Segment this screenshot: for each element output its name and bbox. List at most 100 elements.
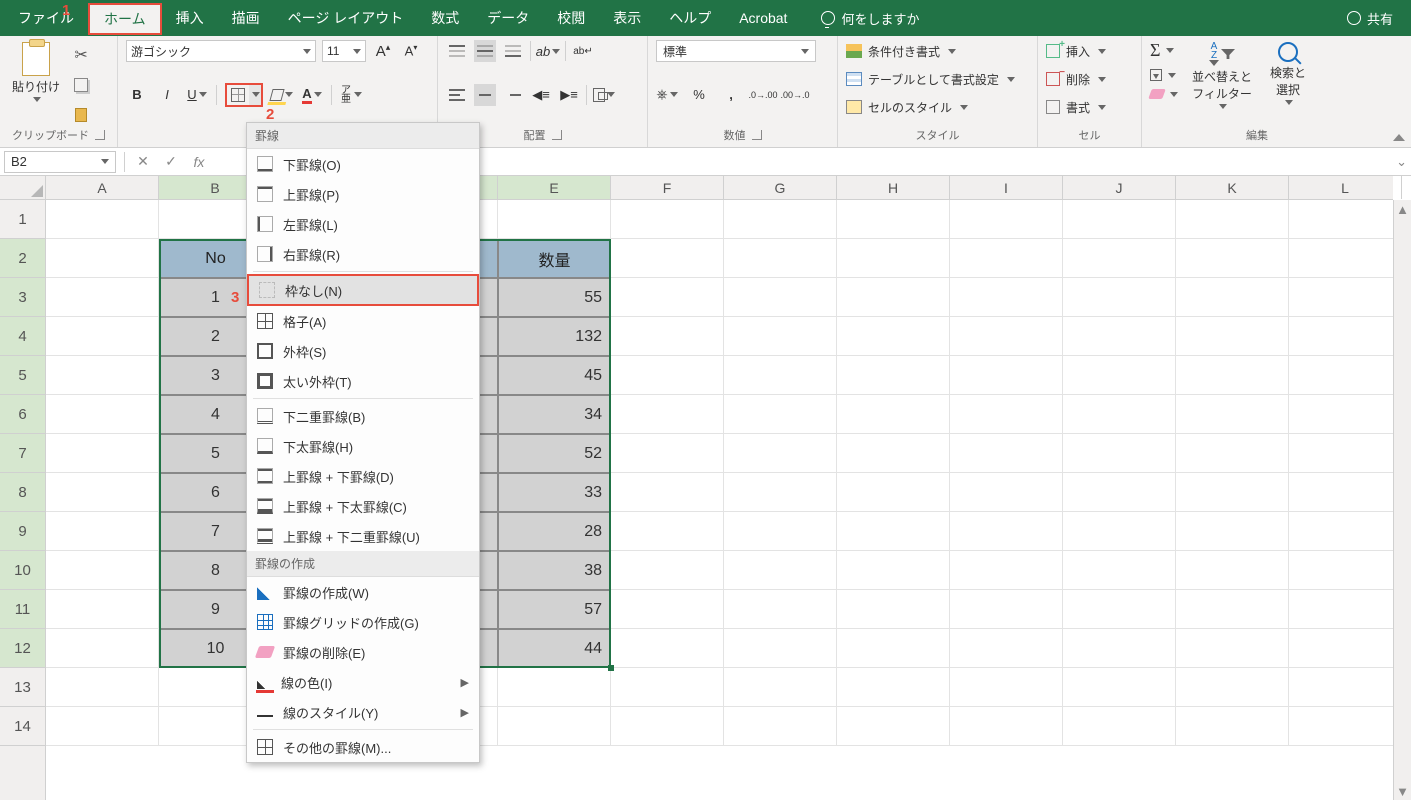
menu-top-thick-bottom[interactable]: 上罫線 + 下太罫線(C) bbox=[247, 491, 479, 521]
align-bottom-button[interactable] bbox=[502, 40, 524, 62]
cell-E10[interactable]: 38 bbox=[498, 551, 611, 590]
enter-formula-button[interactable]: ✓ bbox=[161, 152, 181, 172]
col-header-I[interactable]: I bbox=[950, 176, 1063, 199]
phonetic-button[interactable]: ア亜 bbox=[340, 84, 362, 106]
col-header-J[interactable]: J bbox=[1063, 176, 1176, 199]
paste-button[interactable]: 貼り付け bbox=[8, 40, 64, 104]
menu-thick-outside[interactable]: 太い外枠(T) bbox=[247, 366, 479, 396]
menu-draw-grid[interactable]: 罫線グリッドの作成(G) bbox=[247, 607, 479, 637]
percent-button[interactable]: % bbox=[688, 84, 710, 106]
cell-E5[interactable]: 45 bbox=[498, 356, 611, 395]
tab-file[interactable]: ファイル bbox=[4, 0, 88, 36]
merge-button[interactable] bbox=[593, 84, 615, 106]
borders-button[interactable] bbox=[227, 85, 249, 105]
font-name-select[interactable]: 游ゴシック bbox=[126, 40, 316, 62]
menu-no-border[interactable]: 枠なし(N) bbox=[247, 274, 479, 306]
shrink-font-button[interactable]: A▾ bbox=[400, 40, 422, 62]
tab-home[interactable]: ホーム bbox=[88, 3, 162, 35]
row-header-5[interactable]: 5 bbox=[0, 356, 45, 395]
menu-line-style[interactable]: 線のスタイル(Y)▶ bbox=[247, 697, 479, 727]
accounting-button[interactable]: ⎈ bbox=[656, 84, 678, 106]
menu-thick-bottom[interactable]: 下太罫線(H) bbox=[247, 431, 479, 461]
tell-me[interactable]: 何をしますか bbox=[821, 9, 919, 28]
collapse-ribbon-button[interactable] bbox=[1393, 134, 1405, 141]
fill-handle[interactable] bbox=[608, 665, 614, 671]
menu-top-bottom[interactable]: 上罫線 + 下罫線(D) bbox=[247, 461, 479, 491]
row-header-10[interactable]: 10 bbox=[0, 551, 45, 590]
cell-E11[interactable]: 57 bbox=[498, 590, 611, 629]
menu-bottom-border[interactable]: 下罫線(O) bbox=[247, 149, 479, 179]
expand-formula-bar-button[interactable]: ⌄ bbox=[1396, 154, 1407, 170]
copy-button[interactable] bbox=[70, 74, 92, 96]
comma-button[interactable]: , bbox=[720, 84, 742, 106]
col-header-A[interactable]: A bbox=[46, 176, 159, 199]
row-header-3[interactable]: 3 bbox=[0, 278, 45, 317]
cut-button[interactable]: ✂ bbox=[70, 44, 92, 66]
menu-more-borders[interactable]: その他の罫線(M)... bbox=[247, 732, 479, 762]
tab-data[interactable]: データ bbox=[473, 0, 543, 36]
row-header-4[interactable]: 4 bbox=[0, 317, 45, 356]
font-size-select[interactable]: 11 bbox=[322, 40, 366, 62]
menu-outside-borders[interactable]: 外枠(S) bbox=[247, 336, 479, 366]
borders-split-button[interactable] bbox=[225, 83, 263, 107]
clear-button[interactable] bbox=[1150, 89, 1178, 99]
orientation-button[interactable]: ab bbox=[537, 40, 559, 62]
increase-indent-button[interactable]: ▶≡ bbox=[558, 84, 580, 106]
select-all-corner[interactable] bbox=[0, 176, 46, 200]
scroll-down-button[interactable]: ▼ bbox=[1394, 782, 1411, 800]
menu-double-bottom[interactable]: 下二重罫線(B) bbox=[247, 401, 479, 431]
col-header-F[interactable]: F bbox=[611, 176, 724, 199]
align-left-button[interactable] bbox=[446, 84, 468, 106]
row-header-6[interactable]: 6 bbox=[0, 395, 45, 434]
col-header-E[interactable]: E bbox=[498, 176, 611, 199]
cell-E6[interactable]: 34 bbox=[498, 395, 611, 434]
underline-button[interactable]: U bbox=[186, 84, 208, 106]
tab-view[interactable]: 表示 bbox=[599, 0, 655, 36]
find-select-button[interactable]: 検索と 選択 bbox=[1266, 40, 1310, 107]
tab-review[interactable]: 校閲 bbox=[543, 0, 599, 36]
row-header-2[interactable]: 2 bbox=[0, 239, 45, 278]
cell-E4[interactable]: 132 bbox=[498, 317, 611, 356]
menu-top-border[interactable]: 上罫線(P) bbox=[247, 179, 479, 209]
col-header-K[interactable]: K bbox=[1176, 176, 1289, 199]
borders-dropdown-button[interactable] bbox=[249, 85, 261, 105]
cell-E2[interactable]: 数量 bbox=[498, 239, 611, 278]
scroll-up-button[interactable]: ▲ bbox=[1394, 200, 1411, 218]
tab-formulas[interactable]: 数式 bbox=[417, 0, 473, 36]
tab-draw[interactable]: 描画 bbox=[218, 0, 274, 36]
tab-help[interactable]: ヘルプ bbox=[655, 0, 725, 36]
number-format-select[interactable]: 標準 bbox=[656, 40, 816, 62]
col-header-H[interactable]: H bbox=[837, 176, 950, 199]
insert-function-button[interactable]: fx bbox=[189, 152, 209, 172]
row-header-1[interactable]: 1 bbox=[0, 200, 45, 239]
row-header-9[interactable]: 9 bbox=[0, 512, 45, 551]
vertical-scrollbar[interactable]: ▲ ▼ bbox=[1393, 200, 1411, 800]
sort-filter-button[interactable]: AZ 並べ替えと フィルター bbox=[1188, 40, 1256, 111]
fill-color-button[interactable] bbox=[271, 84, 293, 106]
cell-styles-button[interactable]: セルのスタイル bbox=[846, 96, 1029, 118]
increase-decimal-button[interactable]: .0→.00 bbox=[752, 84, 774, 106]
row-header-13[interactable]: 13 bbox=[0, 668, 45, 707]
tab-insert[interactable]: 挿入 bbox=[162, 0, 218, 36]
delete-cells-button[interactable]: 削除 bbox=[1046, 68, 1133, 90]
insert-cells-button[interactable]: 挿入 bbox=[1046, 40, 1133, 62]
worksheet-grid[interactable]: A B C D E F G H I J K L 1 2 3 4 5 6 7 8 … bbox=[0, 176, 1411, 800]
row-header-8[interactable]: 8 bbox=[0, 473, 45, 512]
bold-button[interactable]: B bbox=[126, 84, 148, 106]
autosum-button[interactable]: Σ bbox=[1150, 40, 1178, 61]
menu-right-border[interactable]: 右罫線(R) bbox=[247, 239, 479, 269]
cell-E7[interactable]: 52 bbox=[498, 434, 611, 473]
scroll-track[interactable] bbox=[1394, 218, 1411, 782]
align-center-button[interactable] bbox=[474, 84, 496, 106]
dialog-launcher-icon[interactable] bbox=[552, 130, 562, 140]
decrease-decimal-button[interactable]: .00→.0 bbox=[784, 84, 806, 106]
cell-E12[interactable]: 44 bbox=[498, 629, 611, 668]
cell-E8[interactable]: 33 bbox=[498, 473, 611, 512]
conditional-formatting-button[interactable]: 条件付き書式 bbox=[846, 40, 1029, 62]
menu-draw-border[interactable]: 罫線の作成(W) bbox=[247, 577, 479, 607]
col-header-G[interactable]: G bbox=[724, 176, 837, 199]
col-header-L[interactable]: L bbox=[1289, 176, 1402, 199]
row-header-12[interactable]: 12 bbox=[0, 629, 45, 668]
share-button[interactable]: 共有 bbox=[1347, 9, 1407, 28]
dialog-launcher-icon[interactable] bbox=[95, 130, 105, 140]
